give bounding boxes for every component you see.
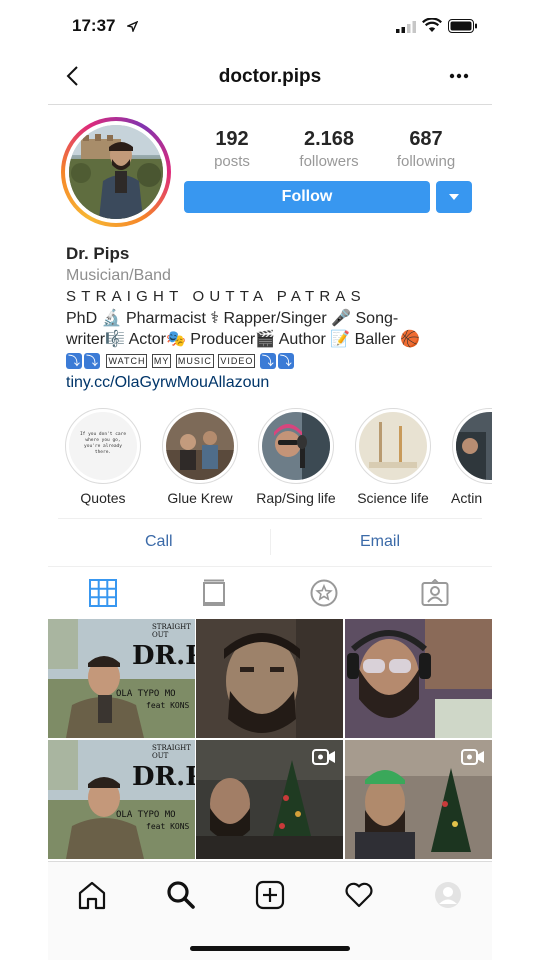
more-options-icon[interactable] xyxy=(444,66,474,86)
post-thumbnail[interactable]: DR.P STRAIGHT OUT OLA TYPO MO feat KONS xyxy=(48,619,195,738)
highlight-thumbnail xyxy=(456,412,492,480)
bio-boxed-word: WATCH xyxy=(106,354,148,369)
status-time: 17:37 xyxy=(72,16,116,35)
highlight-thumbnail xyxy=(166,412,234,480)
post-thumbnail[interactable] xyxy=(345,619,492,738)
story-highlights: If you don't care where you go, you're a… xyxy=(48,408,492,512)
post-thumbnail[interactable] xyxy=(196,619,343,738)
profile-avatar xyxy=(69,125,163,219)
cellular-signal-icon xyxy=(396,21,416,33)
followers-label: followers xyxy=(299,153,359,170)
new-post-icon[interactable] xyxy=(255,880,285,910)
down-arrow-emoji-icon: ⤵ xyxy=(84,353,100,370)
feed-view-icon[interactable] xyxy=(200,579,228,607)
post-thumbnail[interactable] xyxy=(196,740,343,859)
video-camera-icon xyxy=(461,749,484,765)
posts-label: posts xyxy=(214,153,250,170)
poster-title: DR.P xyxy=(132,762,195,792)
posts-grid: DR.P STRAIGHT OUT OLA TYPO MO feat KONS … xyxy=(48,619,492,861)
following-number: 687 xyxy=(409,128,443,150)
avatar-story-ring[interactable] xyxy=(61,117,171,227)
instagram-profile-screen: 17:37 doctor.pips 192 posts 2.168 follow… xyxy=(48,0,492,960)
poster-banner: STRAIGHT OUT xyxy=(152,744,191,760)
bio-line-1: PhD 🔬 Pharmacist ⚕ Rapper/Singer 🎤 Song- xyxy=(66,309,399,327)
highlight-thumbnail: If you don't care where you go, you're a… xyxy=(69,412,137,480)
poster-title: DR.P xyxy=(132,641,195,671)
post-thumbnail[interactable]: DR.P STRAIGHT OUT OLA TYPO MO feat KONS xyxy=(48,740,195,859)
divider xyxy=(270,529,271,555)
search-icon[interactable] xyxy=(166,880,196,910)
profile-username-title: doctor.pips xyxy=(218,66,322,87)
posts-number: 192 xyxy=(215,128,249,150)
activity-heart-icon[interactable] xyxy=(344,880,374,910)
highlight-quote-text: If you don't care where you go, you're a… xyxy=(79,432,127,455)
highlight-quotes[interactable]: If you don't care where you go, you're a… xyxy=(58,408,148,506)
home-indicator xyxy=(190,946,350,951)
poster-subtitle: OLA TYPO MO xyxy=(116,810,176,820)
highlight-label: Actin xyxy=(451,490,483,506)
email-button[interactable]: Email xyxy=(360,533,400,551)
profile-bio: Dr. Pips Musician/Band STRAIGHT OUTTA PA… xyxy=(66,243,476,394)
location-arrow-icon xyxy=(127,21,138,32)
bio-boxed-word: MY xyxy=(151,354,172,369)
down-arrow-emoji-icon: ⤵ xyxy=(259,353,276,370)
highlight-acting[interactable]: Actin xyxy=(445,408,492,506)
highlight-thumbnail xyxy=(262,412,330,480)
home-icon[interactable] xyxy=(77,880,107,910)
profile-tabs xyxy=(48,566,492,619)
video-camera-icon xyxy=(312,749,335,765)
bio-website-link[interactable]: tiny.cc/OlaGyrwMouAllazoun xyxy=(66,372,476,394)
posts-count[interactable]: 192 posts xyxy=(182,128,282,170)
down-arrow-emoji-icon: ⤵ xyxy=(277,353,294,370)
highlight-science-life[interactable]: Science life xyxy=(348,408,438,506)
profile-category: Musician/Band xyxy=(66,266,171,284)
suggested-accounts-button[interactable] xyxy=(436,181,472,213)
bio-boxed-word: MUSIC xyxy=(175,354,214,369)
bio-line-2: writer🎼 Actor🎭 Producer🎬 Author 📝 Baller… xyxy=(66,331,420,348)
profile-display-name: Dr. Pips xyxy=(66,244,130,263)
followers-number: 2.168 xyxy=(303,128,355,150)
highlight-rap-sing-life[interactable]: Rap/Sing life xyxy=(251,408,341,506)
bio-line-3: ⤵ ⤵ WATCH MY MUSIC VIDEO ⤵ ⤵ xyxy=(66,351,476,373)
profile-header: doctor.pips xyxy=(48,52,492,105)
wifi-icon xyxy=(422,18,442,32)
tagged-user-icon[interactable] xyxy=(421,579,449,607)
poster-subtitle: OLA TYPO MO xyxy=(116,689,176,699)
profile-avatar-icon[interactable] xyxy=(433,880,463,910)
guides-star-icon[interactable] xyxy=(310,579,338,607)
highlight-label: Quotes xyxy=(80,490,126,506)
poster-featuring: feat KONS xyxy=(146,822,190,831)
follow-button[interactable]: Follow xyxy=(184,181,430,213)
grid-view-icon[interactable] xyxy=(89,579,117,607)
call-button[interactable]: Call xyxy=(145,533,173,551)
down-arrow-emoji-icon: ⤵ xyxy=(66,353,82,370)
poster-featuring: feat KONS xyxy=(146,701,190,710)
following-label: following xyxy=(396,153,456,170)
highlight-label: Glue Krew xyxy=(167,490,233,506)
highlight-thumbnail xyxy=(359,412,427,480)
highlight-label: Rap/Sing life xyxy=(256,490,336,506)
following-count[interactable]: 687 following xyxy=(376,128,476,170)
battery-icon xyxy=(448,19,477,33)
status-bar: 17:37 xyxy=(48,0,492,50)
poster-banner: STRAIGHT OUT xyxy=(152,623,191,639)
caret-down-icon xyxy=(449,194,459,200)
highlight-label: Science life xyxy=(357,490,429,506)
contact-actions: Call Email xyxy=(58,518,482,565)
followers-count[interactable]: 2.168 followers xyxy=(279,128,379,170)
bio-boxed-word: VIDEO xyxy=(218,354,256,369)
bio-tagline: STRAIGHT OUTTA PATRAS xyxy=(66,288,366,305)
highlight-glue-krew[interactable]: Glue Krew xyxy=(155,408,245,506)
post-thumbnail[interactable] xyxy=(345,740,492,859)
